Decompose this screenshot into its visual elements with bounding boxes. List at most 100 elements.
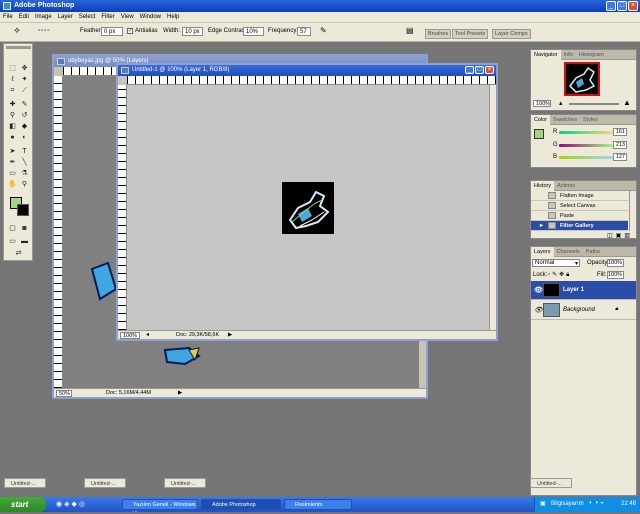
feather-field[interactable]: 0 px (101, 27, 123, 36)
menu-filter[interactable]: Filter (98, 12, 117, 20)
eyedropper-tool-icon[interactable]: ⚗ (19, 169, 30, 179)
tab-navigator[interactable]: Navigator (531, 50, 561, 60)
close-button[interactable]: × (628, 1, 638, 11)
channel-g-value[interactable]: 213 (613, 141, 627, 149)
history-item[interactable]: Select Canvas (531, 201, 628, 211)
tab-layers[interactable]: Layers (531, 247, 554, 257)
standard-mode-icon[interactable]: ▢ (7, 224, 18, 234)
history-item[interactable]: Paste (531, 211, 628, 221)
crop-tool-icon[interactable]: ⌗ (7, 86, 18, 96)
brush-tool-icon[interactable]: ✎ (19, 100, 30, 110)
move-tool-icon[interactable]: ✥ (19, 64, 30, 74)
history-item-selected[interactable]: ▸ Filter Gallery (531, 221, 628, 231)
minimized-document[interactable]: Untitled-... (530, 478, 572, 488)
tray-label[interactable]: Bilgisayarım (551, 501, 584, 507)
channel-r-value[interactable]: 161 (613, 128, 627, 136)
eye-icon[interactable]: 👁︎ (534, 306, 543, 314)
palette-well-layer-comps[interactable]: Layer Comps (492, 29, 531, 39)
type-tool-icon[interactable]: T (19, 147, 30, 157)
tab-styles[interactable]: Styles (580, 115, 601, 125)
blend-mode-select[interactable]: Normal ▾ (532, 259, 580, 267)
tab-actions[interactable]: Actions (554, 181, 578, 191)
blur-tool-icon[interactable]: ● (7, 133, 18, 143)
menu-view[interactable]: View (118, 12, 137, 20)
start-button[interactable]: start (0, 497, 46, 512)
lock-icons[interactable]: ▫✎✥🔒︎ (548, 271, 571, 279)
path-selection-tool-icon[interactable]: ➤ (7, 147, 18, 157)
doc-close-button[interactable]: × (485, 66, 494, 74)
tab-info[interactable]: Info (561, 50, 576, 60)
tab-channels[interactable]: Channels (554, 247, 583, 257)
menu-file[interactable]: File (0, 12, 16, 20)
tab-history[interactable]: History (531, 181, 555, 191)
layer-row[interactable]: 👁︎ Background 🔒︎ (531, 301, 636, 320)
history-item[interactable]: Flatten Image (531, 191, 628, 201)
canvas-front[interactable] (127, 85, 489, 330)
selection-mode-icons[interactable]: ▫▫▫▫ (38, 28, 51, 34)
doc-maximize-button[interactable]: □ (475, 66, 484, 74)
desktop-icon[interactable]: ▣ (540, 500, 546, 507)
taskbar-item-photoshop[interactable]: Adobe Photoshop (201, 499, 281, 510)
menu-edit[interactable]: Edit (16, 12, 32, 20)
tray-icons[interactable]: ◐◑◒ (589, 500, 606, 506)
menu-window[interactable]: Window (137, 12, 164, 20)
dodge-tool-icon[interactable]: ◐ (19, 133, 30, 143)
file-browser-icon[interactable]: ▤ (406, 26, 414, 35)
lasso-tool-icon[interactable]: ℓ (7, 75, 18, 85)
quick-launch-icons[interactable]: ◉◈◆◎ (56, 500, 87, 508)
opacity-field[interactable]: 100% (607, 259, 624, 267)
tab-histogram[interactable]: Histogram (576, 50, 607, 60)
zoom-tool-icon[interactable]: ⚲ (19, 180, 30, 190)
menu-help[interactable]: Help (164, 12, 182, 20)
minimized-document[interactable]: Untitled-... (164, 478, 206, 488)
quick-mask-icon[interactable]: ◙ (19, 224, 30, 234)
fill-field[interactable]: 100% (607, 271, 624, 279)
channel-g-slider[interactable] (559, 144, 614, 147)
channel-r-slider[interactable] (559, 131, 614, 134)
marquee-tool-icon[interactable]: ⬚ (7, 64, 18, 74)
pen-tool-icon[interactable]: ✒ (7, 158, 18, 168)
document-front-titlebar[interactable]: Untitled-1 @ 100% (Layer 1, RGB/8) _ □ × (118, 65, 496, 76)
background-color-swatch[interactable] (17, 204, 29, 216)
layer-row-selected[interactable]: 👁︎ Layer 1 (531, 281, 636, 300)
eraser-tool-icon[interactable]: ◧ (7, 122, 18, 132)
screen-mode-standard-icon[interactable]: ▭ (7, 237, 18, 247)
minimize-button[interactable]: _ (606, 1, 616, 11)
palette-well-tool-presets[interactable]: Tool Presets (452, 29, 489, 39)
tab-swatches[interactable]: Swatches (550, 115, 580, 125)
antialias-checkbox[interactable]: ✓ (127, 28, 133, 34)
minimized-document[interactable]: Untitled-... (4, 478, 46, 488)
frequency-field[interactable]: 57 (297, 27, 311, 36)
menu-image[interactable]: Image (32, 12, 55, 20)
menu-select[interactable]: Select (76, 12, 99, 20)
healing-brush-tool-icon[interactable]: ✚ (7, 100, 18, 110)
navigator-zoom-field[interactable]: 100% (533, 100, 551, 107)
width-field[interactable]: 10 px (182, 27, 203, 36)
jump-to-imageready-icon[interactable]: ⇄ (13, 249, 24, 259)
history-footer-icons[interactable]: ◫▣▥ (607, 232, 633, 239)
magic-wand-tool-icon[interactable]: ✦ (19, 75, 30, 85)
doc-minimize-button[interactable]: _ (465, 66, 474, 74)
status-menu-arrow-icon[interactable]: ▶ (228, 332, 232, 338)
palette-well-brushes[interactable]: Brushes (425, 29, 452, 39)
menu-layer[interactable]: Layer (55, 12, 76, 20)
navigator-preview[interactable] (564, 62, 600, 96)
channel-b-slider[interactable] (559, 156, 614, 159)
channel-b-value[interactable]: 127 (613, 153, 627, 161)
zoom-field[interactable]: 100% (120, 332, 140, 339)
status-menu-arrow-icon[interactable]: ◂ (146, 331, 149, 338)
line-tool-icon[interactable]: ╲ (19, 158, 30, 168)
maximize-button[interactable]: □ (617, 1, 627, 11)
zoom-field[interactable]: 50% (56, 390, 72, 397)
clone-stamp-tool-icon[interactable]: ⚲ (7, 111, 18, 121)
taskbar-item-explorer[interactable]: Yazılım Geneli - Windows ... (122, 499, 198, 514)
vertical-scrollbar[interactable] (489, 85, 496, 330)
hand-tool-icon[interactable]: ✋ (7, 180, 18, 190)
paint-bucket-tool-icon[interactable]: ◆ (19, 122, 30, 132)
notes-tool-icon[interactable]: ▭ (7, 169, 18, 179)
pen-pressure-icon[interactable]: ✎ (320, 26, 327, 35)
navigator-zoom-slider[interactable] (569, 103, 619, 105)
screen-mode-full-icon[interactable]: ▬ (19, 237, 30, 247)
status-menu-arrow-icon[interactable]: ▶ (178, 390, 182, 396)
edge-contrast-field[interactable]: 10% (243, 27, 264, 36)
